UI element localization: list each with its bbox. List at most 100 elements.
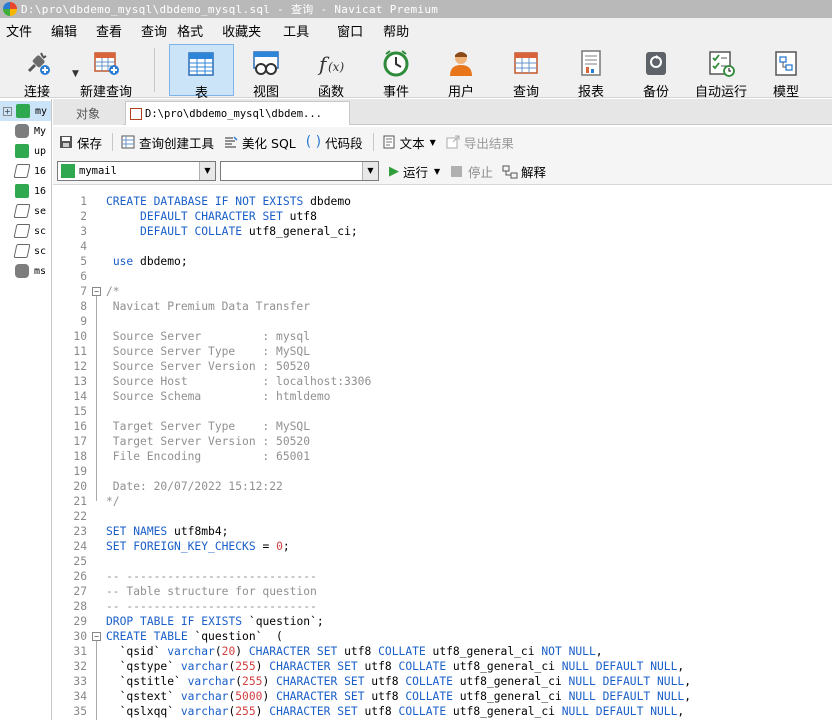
event-button[interactable]: 事件: [365, 44, 427, 100]
explain-button[interactable]: 解释: [502, 162, 546, 181]
query-tab-title: D:\pro\dbdemo_mysql\dbdem...: [145, 107, 323, 120]
line-number: 13: [73, 375, 87, 388]
tree-item-database[interactable]: ms: [0, 261, 51, 281]
automation-button[interactable]: 自动运行: [690, 44, 752, 100]
model-button[interactable]: 模型: [755, 44, 817, 100]
stop-label: 停止: [468, 165, 494, 180]
export-results-button[interactable]: 导出结果: [446, 133, 514, 152]
text-button[interactable]: 文本 ▼: [382, 133, 436, 152]
tree-item-label: ms: [34, 265, 47, 277]
fold-guide: [96, 641, 97, 720]
database-icon: [15, 124, 29, 138]
query-builder-button[interactable]: 查询创建工具: [121, 133, 214, 152]
connection-icon: [16, 104, 30, 118]
code-line: 5 use dbdemo;: [53, 254, 832, 269]
code-line: 22: [53, 509, 832, 524]
view-button[interactable]: 视图: [235, 44, 297, 100]
save-button[interactable]: 保存: [59, 133, 102, 152]
line-number: 11: [73, 345, 87, 358]
database-select[interactable]: ▼: [220, 161, 379, 181]
sql-editor[interactable]: 1 CREATE DATABASE IF NOT EXISTS dbdemo 2 D…: [53, 186, 832, 720]
query-tab-icon: [130, 107, 142, 120]
automation-icon: [709, 51, 735, 77]
menu-tools[interactable]: 工具: [277, 21, 331, 40]
code-line: 25: [53, 554, 832, 569]
function-button[interactable]: f (x) 函数: [300, 44, 362, 100]
chevron-down-icon[interactable]: ▼: [434, 167, 440, 176]
selector-row: mymail ▼ ▼ ▶ 运行 ▼ 停止 解释: [53, 157, 832, 185]
query-button[interactable]: 查询: [495, 44, 557, 100]
tree-item-connection[interactable]: 16: [0, 181, 51, 201]
tree-item-query[interactable]: 16: [0, 161, 51, 181]
menu-query[interactable]: 查询: [135, 21, 171, 40]
text-label: 文本: [399, 135, 425, 151]
run-button[interactable]: ▶ 运行 ▼: [389, 162, 440, 181]
code-line: 2 DEFAULT CHARACTER SET utf8: [53, 209, 832, 224]
code-snippet-button[interactable]: ( ) 代码段: [306, 133, 363, 152]
menu-view[interactable]: 查看: [90, 21, 135, 40]
menu-edit[interactable]: 编辑: [45, 21, 90, 40]
code-line: 31 `qsid` varchar(20) CHARACTER SET utf8…: [53, 644, 832, 659]
code-text: Target Server Type : MySQL: [106, 420, 311, 433]
tab-query[interactable]: D:\pro\dbdemo_mysql\dbdem...: [125, 101, 350, 125]
menu-file[interactable]: 文件: [0, 21, 45, 40]
report-button[interactable]: 报表: [560, 44, 622, 100]
connect-button[interactable]: 连接 ▼: [6, 44, 79, 100]
code-text: CREATE DATABASE IF NOT EXISTS dbdemo: [106, 195, 351, 208]
tree-item-query[interactable]: sc: [0, 221, 51, 241]
line-number: 15: [73, 405, 87, 418]
navicat-logo-icon: [3, 2, 17, 16]
chevron-down-icon[interactable]: ▼: [199, 162, 215, 180]
backup-button[interactable]: 备份: [625, 44, 687, 100]
line-number: 24: [73, 540, 87, 553]
line-number: 10: [73, 330, 87, 343]
menu-window[interactable]: 窗口: [331, 21, 377, 40]
backup-label: 备份: [642, 85, 669, 100]
expand-icon[interactable]: +: [3, 106, 12, 116]
query-builder-icon: [121, 135, 135, 149]
chevron-down-icon[interactable]: ▼: [362, 162, 378, 180]
tree-item-label: 16: [34, 165, 47, 177]
beautify-sql-button[interactable]: 美化 SQL: [224, 133, 296, 152]
line-number: 34: [73, 690, 87, 703]
line-number: 32: [73, 660, 87, 673]
menu-bar: 文件 编辑 查看 查询 格式 收藏夹 工具 窗口 帮助: [0, 18, 832, 42]
code-text: Source Server Version : 50520: [106, 360, 311, 373]
tree-item-query[interactable]: sc: [0, 241, 51, 261]
code-line: 15: [53, 404, 832, 419]
code-text: */: [106, 495, 120, 508]
view-label: 视图: [252, 85, 279, 100]
fold-toggle-icon[interactable]: −: [92, 287, 101, 296]
menu-favorites[interactable]: 收藏夹: [216, 21, 277, 40]
tab-objects[interactable]: 对象: [53, 101, 123, 125]
line-number: 20: [73, 480, 87, 493]
stop-button[interactable]: 停止: [451, 162, 493, 181]
play-icon: ▶: [389, 164, 399, 179]
tree-item-query[interactable]: se: [0, 201, 51, 221]
code-text: DEFAULT CHARACTER SET utf8: [140, 210, 317, 223]
tree-item-database[interactable]: My: [0, 121, 51, 141]
code-line: 9: [53, 314, 832, 329]
fold-toggle-icon[interactable]: −: [92, 632, 101, 641]
menu-help[interactable]: 帮助: [377, 21, 422, 40]
new-query-button[interactable]: 新建查询: [75, 44, 137, 100]
code-line: 29 DROP TABLE IF EXISTS `question`;: [53, 614, 832, 629]
user-button[interactable]: 用户: [430, 44, 492, 100]
code-line: 13 Source Host : localhost:3306: [53, 374, 832, 389]
tree-item-connection[interactable]: + my: [0, 101, 51, 121]
function-icon: f (x): [317, 52, 344, 76]
toolbar-separator: [112, 133, 114, 151]
table-button[interactable]: 表: [169, 44, 234, 101]
code-line: 28 -- ----------------------------: [53, 599, 832, 614]
line-number: 19: [73, 465, 87, 478]
menu-format[interactable]: 格式: [171, 21, 216, 40]
code-text: /*: [106, 285, 120, 298]
tree-item-connection[interactable]: up: [0, 141, 51, 161]
tree-item-label: 16: [34, 185, 47, 197]
tree-item-label: My: [34, 125, 47, 137]
line-number: 16: [73, 420, 87, 433]
code-line: 11 Source Server Type : MySQL: [53, 344, 832, 359]
code-text: -- ----------------------------: [106, 570, 317, 583]
connection-select[interactable]: mymail ▼: [57, 161, 216, 181]
line-number: 30: [73, 630, 87, 643]
